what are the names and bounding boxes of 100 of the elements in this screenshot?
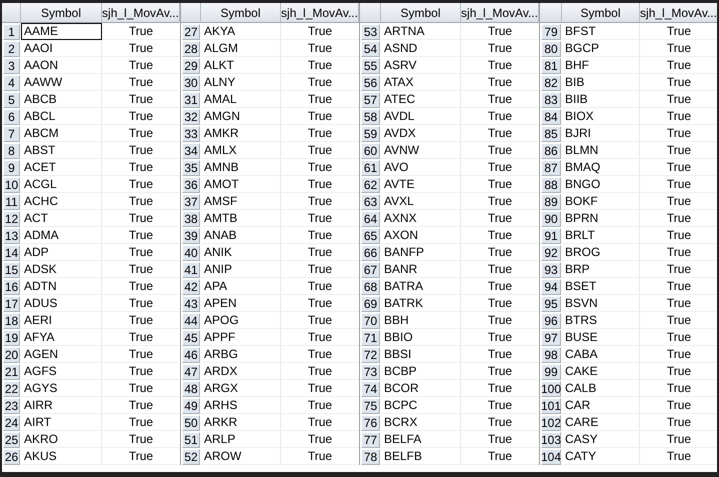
row-number[interactable]: 96 [541,313,561,329]
row-number[interactable]: 71 [361,330,380,346]
row-number[interactable]: 83 [541,92,561,108]
row-number[interactable]: 17 [3,296,20,312]
row-number[interactable]: 70 [361,313,380,329]
row-number[interactable]: 4 [3,75,20,91]
row-number[interactable]: 57 [361,92,380,108]
row-number[interactable]: 82 [541,75,561,91]
row-number[interactable]: 7 [3,126,20,142]
row-number[interactable]: 41 [182,262,200,278]
row-number[interactable]: 92 [541,245,561,261]
row-number[interactable]: 13 [3,228,20,244]
header-corner[interactable] [2,3,21,23]
row-number[interactable]: 66 [361,245,380,261]
row-number[interactable]: 5 [3,92,20,108]
row-number[interactable]: 62 [361,177,380,193]
row-number[interactable]: 55 [361,58,380,74]
row-number[interactable]: 40 [182,245,200,261]
row-number[interactable]: 90 [541,211,561,227]
row-number[interactable]: 30 [182,75,200,91]
row-number[interactable]: 36 [182,177,200,193]
row-number[interactable]: 29 [182,58,200,74]
row-number[interactable]: 38 [182,211,200,227]
row-number[interactable]: 73 [361,364,380,380]
row-number[interactable]: 35 [182,160,200,176]
row-number[interactable]: 45 [182,330,200,346]
row-number[interactable]: 95 [541,296,561,312]
row-number[interactable]: 46 [182,347,200,363]
row-number[interactable]: 37 [182,194,200,210]
row-number[interactable]: 68 [361,279,380,295]
row-number[interactable]: 104 [541,449,561,465]
row-number[interactable]: 54 [361,41,380,57]
row-number[interactable]: 9 [3,160,20,176]
row-number[interactable]: 89 [541,194,561,210]
row-number[interactable]: 33 [182,126,200,142]
row-number[interactable]: 39 [182,228,200,244]
row-number[interactable]: 16 [3,279,20,295]
row-number[interactable]: 86 [541,143,561,159]
row-number[interactable]: 77 [361,432,380,448]
row-number[interactable]: 99 [541,364,561,380]
row-number[interactable]: 11 [3,194,20,210]
column-header[interactable]: Symbol [381,3,461,23]
row-number[interactable]: 102 [541,415,561,431]
column-header[interactable]: Symbol [562,3,640,23]
header-corner[interactable] [181,3,201,23]
row-number[interactable]: 80 [541,41,561,57]
column-header[interactable]: Symbol [21,3,102,23]
row-number[interactable]: 103 [541,432,561,448]
row-number[interactable]: 1 [3,24,20,40]
row-number[interactable]: 14 [3,245,20,261]
row-number[interactable]: 6 [3,109,20,125]
column-header[interactable]: sjh_l_MovAv... [281,3,359,23]
row-number[interactable]: 60 [361,143,380,159]
row-number[interactable]: 49 [182,398,200,414]
row-number[interactable]: 64 [361,211,380,227]
row-number[interactable]: 85 [541,126,561,142]
row-number[interactable]: 79 [541,24,561,40]
row-number[interactable]: 50 [182,415,200,431]
row-number[interactable]: 52 [182,449,200,465]
row-number[interactable]: 22 [3,381,20,397]
row-number[interactable]: 87 [541,160,561,176]
row-number[interactable]: 91 [541,228,561,244]
row-number[interactable]: 74 [361,381,380,397]
row-number[interactable]: 67 [361,262,380,278]
row-number[interactable]: 18 [3,313,20,329]
column-header[interactable]: sjh_l_MovAv... [461,3,539,23]
row-number[interactable]: 61 [361,160,380,176]
row-number[interactable]: 10 [3,177,20,193]
row-number[interactable]: 48 [182,381,200,397]
row-number[interactable]: 2 [3,41,20,57]
row-number[interactable]: 53 [361,24,380,40]
row-number[interactable]: 65 [361,228,380,244]
row-number[interactable]: 27 [182,24,200,40]
header-corner[interactable] [540,3,562,23]
row-number[interactable]: 75 [361,398,380,414]
header-corner[interactable] [360,3,381,23]
row-number[interactable]: 93 [541,262,561,278]
row-number[interactable]: 8 [3,143,20,159]
row-number[interactable]: 3 [3,58,20,74]
row-number[interactable]: 84 [541,109,561,125]
row-number[interactable]: 58 [361,109,380,125]
column-header[interactable]: sjh_l_MovAv... [102,3,180,23]
row-number[interactable]: 19 [3,330,20,346]
column-header[interactable]: sjh_l_MovAv... [640,3,717,23]
row-number[interactable]: 69 [361,296,380,312]
row-number[interactable]: 81 [541,58,561,74]
row-number[interactable]: 51 [182,432,200,448]
row-number[interactable]: 20 [3,347,20,363]
row-number[interactable]: 25 [3,432,20,448]
row-number[interactable]: 101 [541,398,561,414]
row-number[interactable]: 23 [3,398,20,414]
row-number[interactable]: 12 [3,211,20,227]
row-number[interactable]: 42 [182,279,200,295]
row-number[interactable]: 34 [182,143,200,159]
row-number[interactable]: 24 [3,415,20,431]
row-number[interactable]: 100 [541,381,561,397]
row-number[interactable]: 72 [361,347,380,363]
row-number[interactable]: 63 [361,194,380,210]
row-number[interactable]: 43 [182,296,200,312]
row-number[interactable]: 98 [541,347,561,363]
